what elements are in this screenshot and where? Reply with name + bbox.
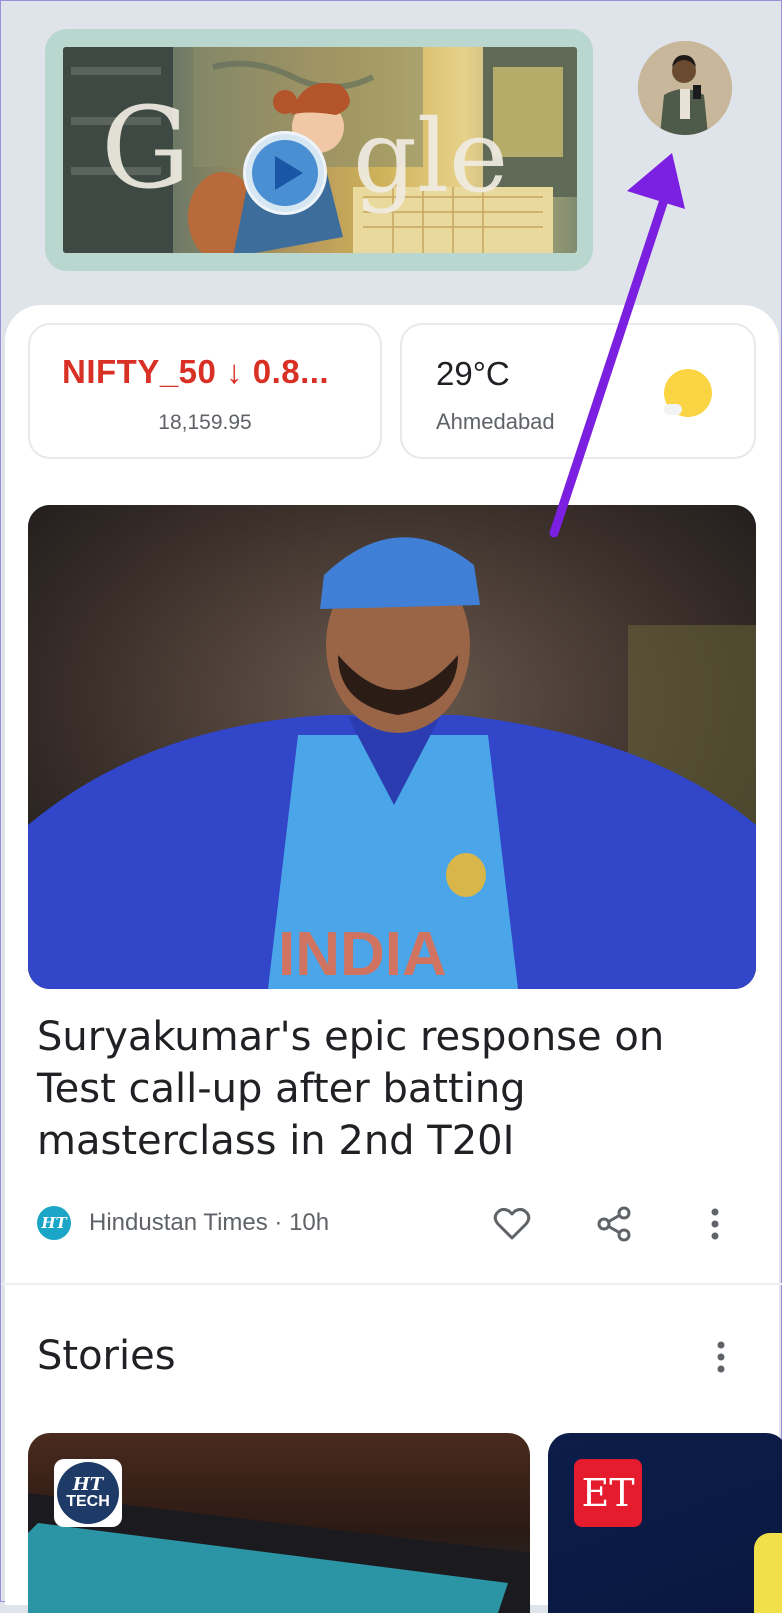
stock-label: NIFTY_50 ↓ 0.8... [62, 353, 330, 390]
like-button[interactable] [492, 1205, 532, 1243]
doodle-letter-g: G [101, 84, 191, 214]
person-photo-icon [638, 41, 732, 135]
article-headline[interactable]: Suryakumar's epic response on Test call-… [37, 1011, 749, 1167]
share-button[interactable] [594, 1205, 634, 1243]
play-icon [275, 156, 303, 190]
weather-temperature: 29°C [436, 355, 510, 392]
et-badge: ET [574, 1459, 642, 1527]
weather-chip[interactable]: 29°C Ahmedabad [400, 323, 756, 459]
google-doodle[interactable]: G gle [45, 29, 593, 271]
stories-title: Stories [37, 1333, 176, 1379]
story-graphic [754, 1533, 782, 1613]
ht-tech-badge: HT TECH [54, 1459, 122, 1527]
share-icon [597, 1206, 631, 1242]
article-image[interactable]: INDIA [28, 505, 756, 989]
article-more-button[interactable] [695, 1205, 735, 1243]
badge-line1: HT [72, 1474, 104, 1495]
more-vert-icon [717, 1341, 725, 1373]
stories-more-button[interactable] [701, 1337, 741, 1377]
source-logo: HT [37, 1206, 71, 1240]
weather-city: Ahmedabad [436, 409, 555, 434]
cloud-icon [664, 404, 682, 415]
doodle-letters-gle: gle [353, 98, 509, 215]
heart-icon [493, 1207, 531, 1240]
story-card[interactable]: ET [548, 1433, 782, 1613]
cricketer-photo: INDIA [28, 505, 756, 989]
story-card[interactable]: HT TECH [28, 1433, 530, 1613]
source-name: Hindustan Times · 10h [89, 1209, 330, 1236]
stock-value: 18,159.95 [158, 411, 252, 434]
stock-chip[interactable]: NIFTY_50 ↓ 0.8... 18,159.95 [28, 323, 382, 459]
article-source-row: HT Hindustan Times · 10h [37, 1205, 749, 1243]
profile-avatar[interactable] [638, 41, 732, 135]
more-vert-icon [711, 1208, 719, 1240]
doodle-play-button[interactable] [243, 131, 327, 215]
badge-line2: TECH [66, 1493, 110, 1510]
section-divider [1, 1283, 782, 1285]
svg-text:INDIA: INDIA [278, 920, 447, 989]
